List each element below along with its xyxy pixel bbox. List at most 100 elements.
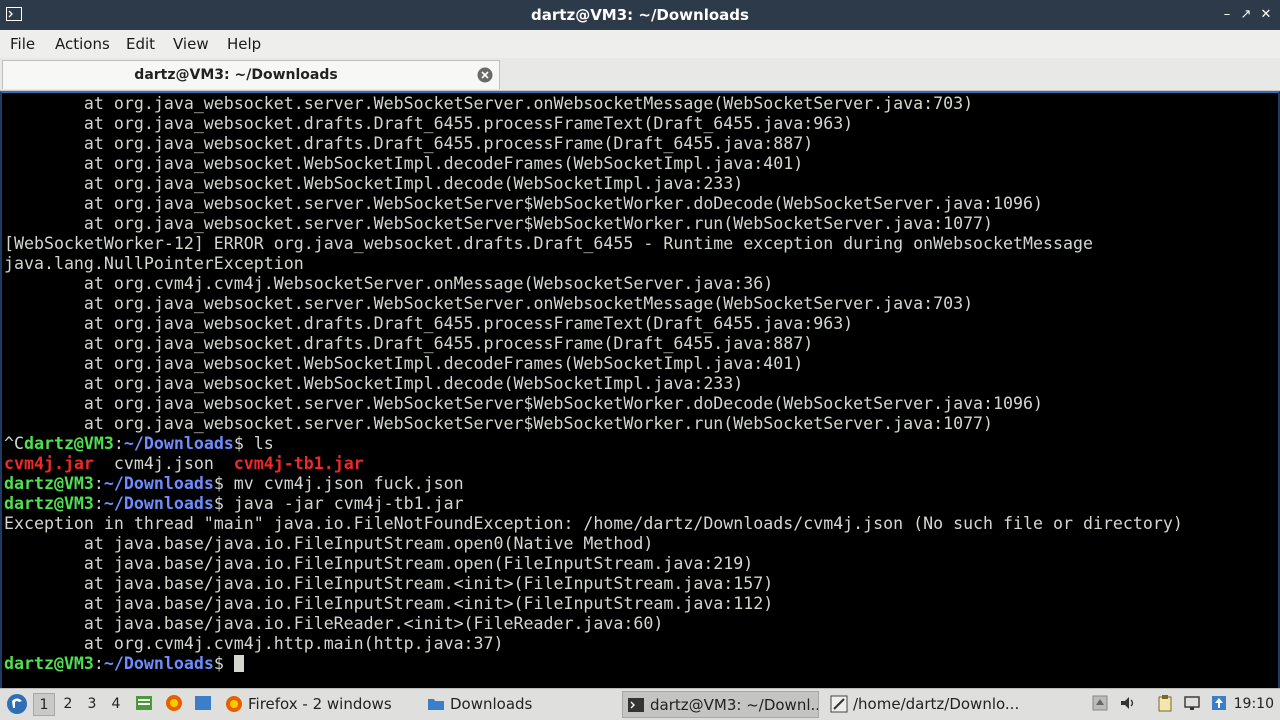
terminal-text-segment: at org.java_websocket.server.WebSocketSe… (4, 94, 974, 113)
terminal-text-segment: at java.base/java.io.FileReader.<init>(F… (4, 614, 664, 633)
menu-help[interactable]: Help (227, 30, 261, 58)
terminal-line: dartz@VM3:~/Downloads$ mv cvm4j.json fuc… (4, 474, 1183, 494)
task-label: /home/dartz/Downlo... (853, 695, 1020, 713)
terminal-text-segment: [WebSocketWorker-12] ERROR org.java_webs… (4, 234, 1093, 253)
terminal-text-segment: at org.java_websocket.WebSocketImpl.deco… (4, 154, 804, 173)
terminal-text-segment: Exception in thread "main" java.io.FileN… (4, 514, 1183, 533)
terminal-text-segment: ~/Downloads (103, 494, 214, 513)
close-tab-icon[interactable] (477, 67, 493, 83)
workspace-3[interactable]: 3 (81, 693, 103, 716)
window-titlebar: dartz@VM3: ~/Downloads – ↗ ✕ (0, 0, 1280, 30)
app-menu-icon[interactable] (6, 693, 28, 715)
terminal-text-segment: at java.base/java.io.FileInputStream.<in… (4, 574, 774, 593)
terminal-line: at java.base/java.io.FileReader.<init>(F… (4, 614, 1183, 634)
terminal-text-segment: at org.java_websocket.WebSocketImpl.deco… (4, 374, 744, 393)
task-label: Firefox - 2 windows (248, 695, 392, 713)
terminal-text-segment: at java.base/java.io.FileInputStream.ope… (4, 554, 754, 573)
terminal-line: Exception in thread "main" java.io.FileN… (4, 514, 1183, 534)
terminal-text-segment: at org.cvm4j.cvm4j.http.main(http.java:3… (4, 634, 504, 653)
terminal-text-segment: : (113, 434, 124, 453)
tray-expand-icon[interactable] (1091, 694, 1109, 712)
desktop-launcher-icon[interactable] (194, 694, 212, 712)
terminal-line: at org.java_websocket.server.WebSocketSe… (4, 94, 1183, 114)
terminal-text-segment: at org.java_websocket.drafts.Draft_6455.… (4, 134, 814, 153)
workspace-2[interactable]: 2 (57, 693, 79, 716)
terminal-text-segment: ~/Downloads (123, 434, 234, 453)
task-label: Downloads (450, 695, 533, 713)
terminal-line: at java.base/java.io.FileInputStream.ope… (4, 534, 1183, 554)
terminal-line: at org.java_websocket.server.WebSocketSe… (4, 394, 1183, 414)
clipboard-icon[interactable] (1156, 694, 1174, 712)
task-firefox[interactable]: Firefox - 2 windows (223, 691, 418, 718)
file-manager-launcher-icon[interactable] (135, 694, 153, 712)
terminal-tab[interactable]: dartz@VM3: ~/Downloads (2, 60, 500, 89)
maximize-button[interactable]: ↗ (1236, 5, 1256, 25)
terminal-line: at java.base/java.io.FileInputStream.ope… (4, 554, 1183, 574)
terminal-line: at org.java_websocket.server.WebSocketSe… (4, 194, 1183, 214)
terminal-text-segment: dartz@VM3 (23, 434, 114, 453)
firefox-icon (226, 696, 242, 712)
text-editor-icon (830, 695, 848, 713)
network-icon[interactable] (1183, 694, 1201, 712)
task-terminal[interactable]: dartz@VM3: ~/Downl... (622, 691, 819, 718)
terminal-line: [WebSocketWorker-12] ERROR org.java_webs… (4, 234, 1183, 254)
clock[interactable]: 19:10 (1234, 689, 1274, 720)
terminal-output[interactable]: at org.java_websocket.server.WebSocketSe… (0, 91, 1280, 688)
task-text-editor[interactable]: /home/dartz/Downlo... (826, 691, 1021, 718)
terminal-line: ^Cdartz@VM3:~/Downloads$ ls (4, 434, 1183, 454)
firefox-launcher-icon[interactable] (165, 694, 183, 712)
terminal-text-segment: $ mv cvm4j.json fuck.json (213, 474, 464, 493)
terminal-text-segment: $ java -jar cvm4j-tb1.jar (213, 494, 464, 513)
terminal-line: dartz@VM3:~/Downloads$ java -jar cvm4j-t… (4, 494, 1183, 514)
terminal-text-segment: ^C (4, 434, 24, 453)
task-label: dartz@VM3: ~/Downl... (650, 696, 819, 714)
terminal-line: at org.java_websocket.drafts.Draft_6455.… (4, 314, 1183, 334)
terminal-line: at org.java_websocket.drafts.Draft_6455.… (4, 134, 1183, 154)
terminal-lines: at org.java_websocket.server.WebSocketSe… (4, 94, 1183, 674)
terminal-line: at org.java_websocket.WebSocketImpl.deco… (4, 354, 1183, 374)
terminal-text-segment: at org.java_websocket.drafts.Draft_6455.… (4, 334, 814, 353)
tab-label: dartz@VM3: ~/Downloads (134, 67, 338, 83)
terminal-line: at org.java_websocket.server.WebSocketSe… (4, 214, 1183, 234)
terminal-text-segment: : (93, 474, 104, 493)
terminal-line: at java.base/java.io.FileInputStream.<in… (4, 594, 1183, 614)
terminal-text-segment: : (93, 494, 104, 513)
terminal-line: at org.java_websocket.WebSocketImpl.deco… (4, 374, 1183, 394)
menu-view[interactable]: View (173, 30, 209, 58)
terminal-icon (628, 698, 644, 712)
menu-actions[interactable]: Actions (55, 30, 110, 58)
volume-icon[interactable] (1119, 694, 1137, 712)
terminal-text-segment: at org.java_websocket.server.WebSocketSe… (4, 194, 1043, 213)
terminal-line: at org.cvm4j.cvm4j.WebsocketServer.onMes… (4, 274, 1183, 294)
workspace-1[interactable]: 1 (33, 693, 55, 716)
update-notifier-icon[interactable] (1210, 694, 1228, 712)
terminal-line: java.lang.NullPointerException (4, 254, 1183, 274)
terminal-line: at java.base/java.io.FileInputStream.<in… (4, 574, 1183, 594)
menu-bar: File Actions Edit View Help (0, 30, 1280, 58)
terminal-text-segment: $ (213, 654, 234, 673)
terminal-text-segment: at org.java_websocket.server.WebSocketSe… (4, 394, 1043, 413)
terminal-line: at org.cvm4j.cvm4j.http.main(http.java:3… (4, 634, 1183, 654)
terminal-line: at org.java_websocket.server.WebSocketSe… (4, 294, 1183, 314)
folder-icon (428, 699, 444, 710)
terminal-text-segment: ~/Downloads (103, 654, 214, 673)
terminal-text-segment: cvm4j-tb1.jar (233, 454, 364, 473)
terminal-text-segment: cvm4j.json (93, 454, 234, 473)
task-downloads[interactable]: Downloads (425, 691, 615, 718)
terminal-text-segment: at java.base/java.io.FileInputStream.<in… (4, 594, 774, 613)
minimize-button[interactable]: – (1217, 5, 1237, 25)
terminal-text-segment: dartz@VM3 (4, 494, 94, 513)
close-window-button[interactable]: ✕ (1256, 5, 1276, 25)
terminal-line: at org.java_websocket.WebSocketImpl.deco… (4, 154, 1183, 174)
menu-file[interactable]: File (10, 30, 35, 58)
tab-bar: dartz@VM3: ~/Downloads (0, 58, 1280, 91)
terminal-text-segment: $ ls (233, 434, 274, 453)
terminal-line: dartz@VM3:~/Downloads$ (4, 654, 1183, 674)
taskbar: 1 2 3 4 Firefox - 2 windows Downloads da… (0, 688, 1280, 720)
terminal-text-segment: at org.java_websocket.server.WebSocketSe… (4, 214, 994, 233)
terminal-text-segment: at org.java_websocket.drafts.Draft_6455.… (4, 314, 854, 333)
terminal-line: at org.java_websocket.server.WebSocketSe… (4, 414, 1183, 434)
menu-edit[interactable]: Edit (126, 30, 155, 58)
terminal-line: at org.java_websocket.drafts.Draft_6455.… (4, 334, 1183, 354)
workspace-4[interactable]: 4 (105, 693, 127, 716)
